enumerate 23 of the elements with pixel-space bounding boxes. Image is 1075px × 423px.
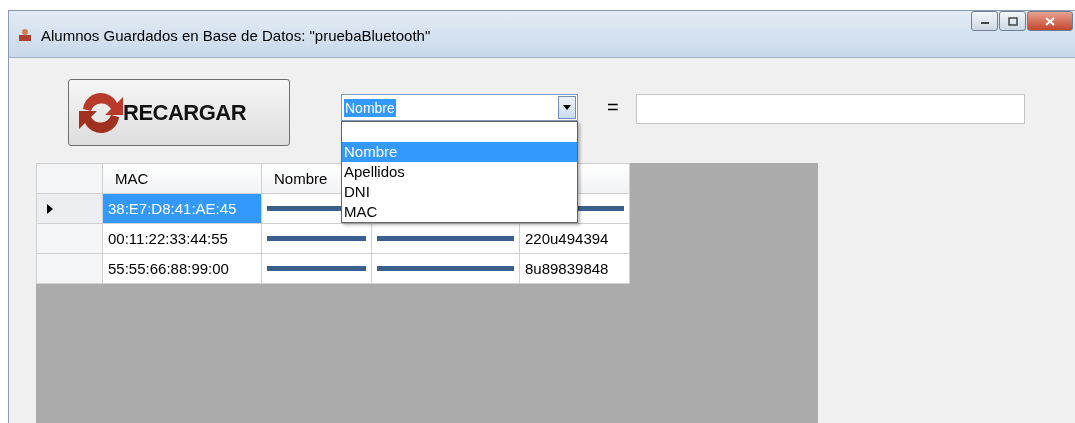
- maximize-button[interactable]: [999, 11, 1026, 31]
- table-cell: 8u89839848: [519, 253, 630, 284]
- table-cell: 220u494394: [519, 223, 630, 254]
- column-header[interactable]: MAC: [102, 163, 262, 194]
- window-title: Alumnos Guardados en Base de Datos: "pruebaBluetooth": [41, 27, 431, 44]
- minimize-button[interactable]: [971, 11, 998, 31]
- dropdown-option[interactable]: MAC: [342, 202, 577, 222]
- row-header[interactable]: [36, 253, 103, 284]
- value-input-field[interactable]: [635, 94, 1025, 124]
- close-icon: [1045, 16, 1055, 26]
- maximize-icon: [1007, 16, 1018, 26]
- table-cell: 55:55:66:88:99:00: [102, 253, 262, 284]
- table-cell: 00:11:22:33:44:55: [102, 223, 262, 254]
- caret-icon: [558, 96, 576, 119]
- app-icon: [17, 27, 33, 43]
- table-cell: 38:E7:D8:41:AE:45: [102, 193, 262, 224]
- close-button[interactable]: [1027, 11, 1073, 31]
- reload-button[interactable]: RECARGAR: [68, 79, 290, 146]
- row-header[interactable]: [36, 223, 103, 254]
- equals-sign: =: [607, 96, 619, 119]
- row-header[interactable]: [36, 193, 103, 224]
- current-row-icon: [47, 204, 53, 214]
- row-header-corner: [36, 163, 103, 194]
